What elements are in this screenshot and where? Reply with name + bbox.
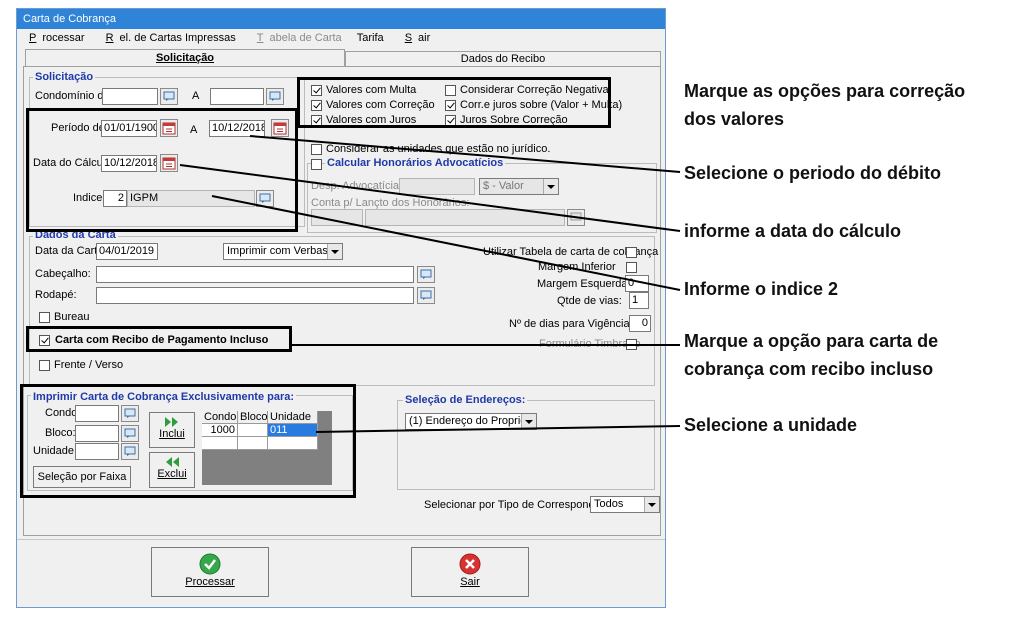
annotation-data-calculo: informe a data do cálculo (684, 221, 902, 241)
annotation-recibo-2: cobrança com recibo incluso (684, 359, 934, 379)
annotation-indice: Informe o indice 2 (684, 279, 839, 299)
callout-line-data-calculo (179, 164, 681, 232)
annotation-periodo: Selecione o periodo do débito (684, 163, 942, 183)
annotation-unidade: Selecione a unidade (684, 415, 858, 435)
annotation-correcao-1: Marque as opções para correção (684, 81, 966, 101)
callout-line-indice (211, 195, 681, 291)
callout-line-periodo (249, 135, 681, 173)
annotation-correcao-2: dos valores (684, 109, 785, 129)
callout-line-unidade (315, 425, 681, 433)
annotation-recibo-1: Marque a opção para carta de (684, 331, 939, 351)
